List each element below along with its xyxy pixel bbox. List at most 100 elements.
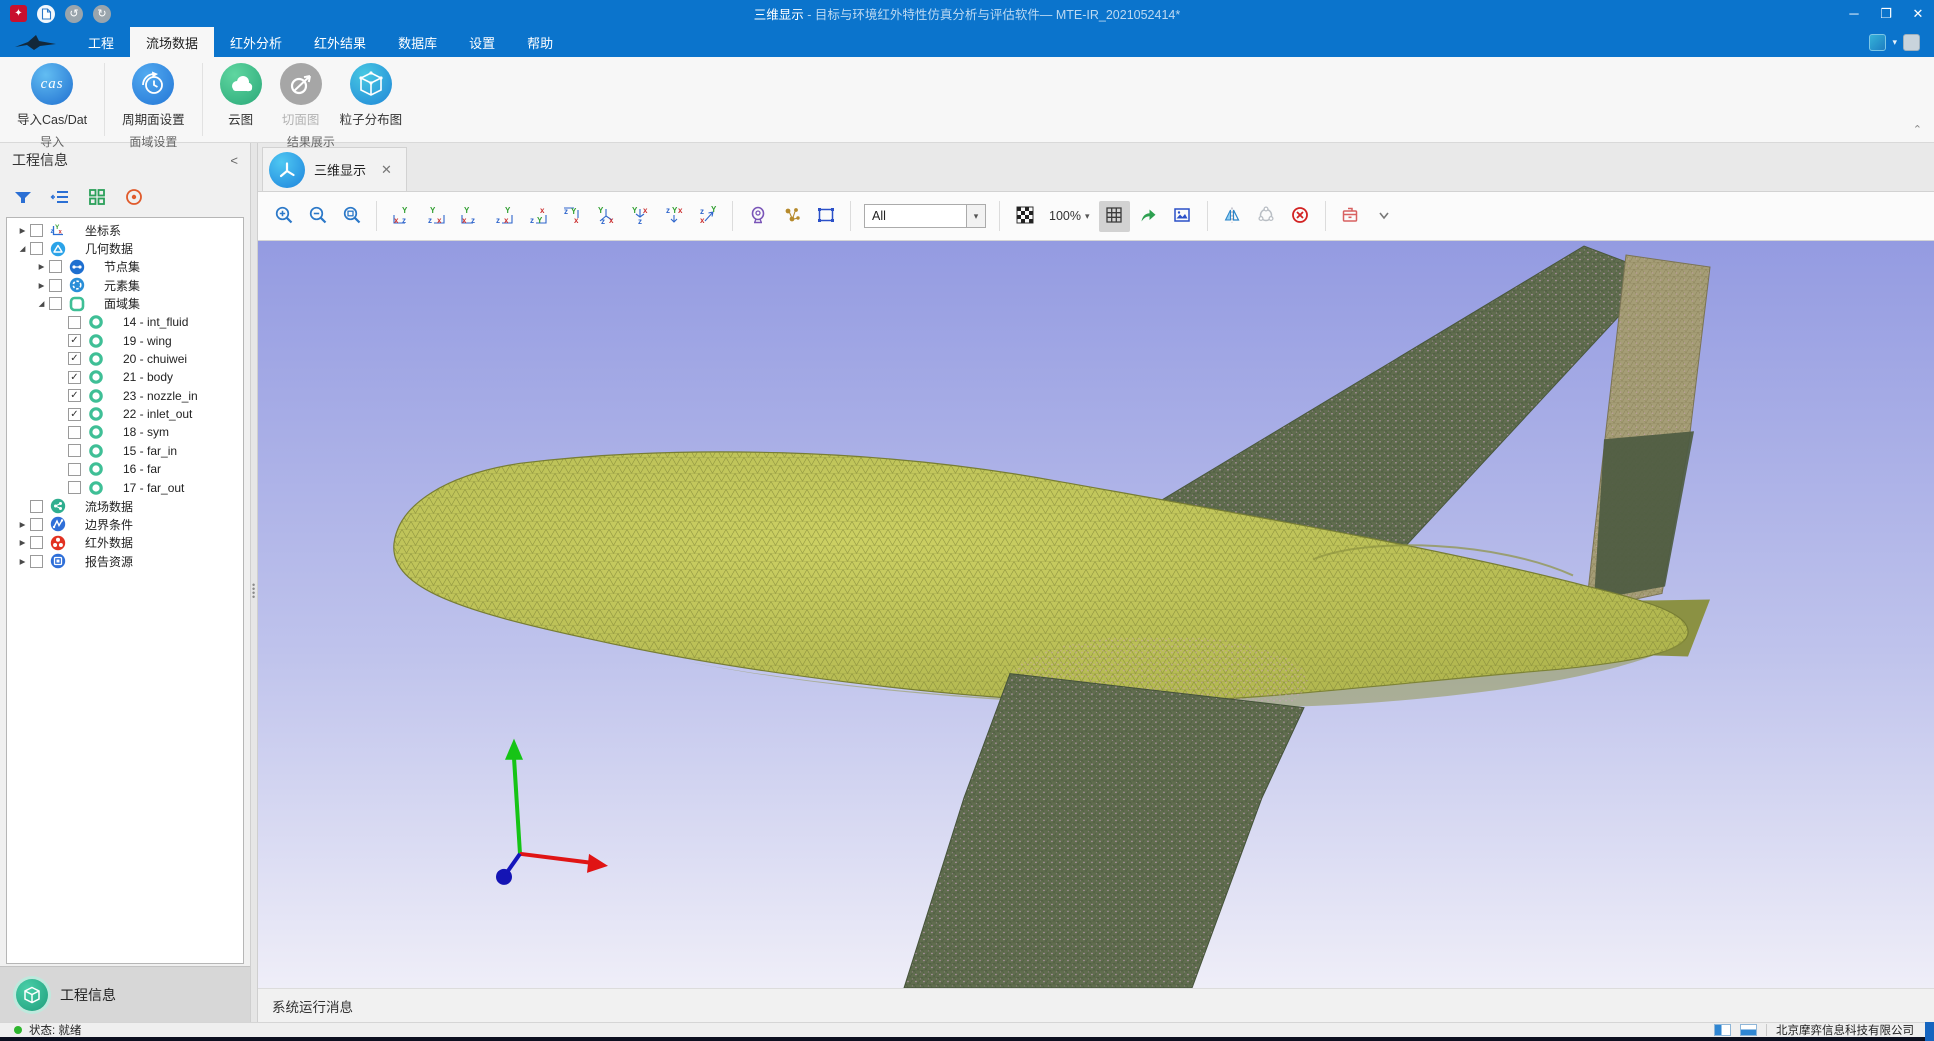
- expander-open-icon[interactable]: ◢: [15, 244, 30, 253]
- style-icon[interactable]: [1903, 34, 1920, 51]
- 3d-viewport[interactable]: [258, 241, 1934, 988]
- import-cas-dat-button[interactable]: cas导入Cas/Dat: [8, 62, 96, 129]
- tree-item[interactable]: 15 - far_in: [7, 442, 243, 460]
- tree-checkbox[interactable]: [49, 260, 62, 273]
- tree-checkbox[interactable]: [68, 463, 81, 476]
- view-back-button[interactable]: Yzx: [488, 201, 519, 232]
- group-ring-button[interactable]: [1251, 201, 1282, 232]
- minimize-button[interactable]: ─: [1838, 0, 1870, 27]
- outline-list-icon[interactable]: [49, 186, 71, 208]
- tree-item[interactable]: 17 - far_out: [7, 478, 243, 496]
- tab-close-icon[interactable]: ✕: [381, 162, 392, 178]
- save-view-button[interactable]: [1335, 201, 1366, 232]
- expander-closed-icon[interactable]: ▶: [15, 557, 30, 566]
- expander-open-icon[interactable]: ◢: [34, 299, 49, 308]
- box-select-button[interactable]: [810, 201, 841, 232]
- tree-item[interactable]: ✓20 - chuiwei: [7, 350, 243, 368]
- close-button[interactable]: ✕: [1902, 0, 1934, 27]
- tree-item[interactable]: 14 - int_fluid: [7, 313, 243, 331]
- periodic-surface-button[interactable]: 周期面设置: [113, 62, 194, 129]
- tree-item[interactable]: ▶边界条件: [7, 515, 243, 533]
- expander-closed-icon[interactable]: ▶: [15, 226, 30, 235]
- particle-trace-button[interactable]: [776, 201, 807, 232]
- display-filter-select[interactable]: All▾: [864, 204, 986, 228]
- combo-dropdown-icon[interactable]: ▾: [966, 205, 985, 227]
- tree-item[interactable]: ▶红外数据: [7, 534, 243, 552]
- maximize-button[interactable]: ❐: [1870, 0, 1902, 27]
- tree-item[interactable]: ◢面域集: [7, 295, 243, 313]
- view-left-button[interactable]: Yxz: [386, 201, 417, 232]
- menu-tab-4[interactable]: 红外结果: [298, 27, 382, 57]
- menu-tab-6[interactable]: 设置: [453, 27, 511, 57]
- collapse-ribbon-icon[interactable]: ⌃: [1913, 123, 1922, 136]
- expander-closed-icon[interactable]: ▶: [34, 281, 49, 290]
- tree-item[interactable]: 流场数据: [7, 497, 243, 515]
- menu-tab-3[interactable]: 红外分析: [214, 27, 298, 57]
- zoom-level-dropdown[interactable]: 100%▾: [1043, 201, 1096, 232]
- menu-tab-5[interactable]: 数据库: [382, 27, 453, 57]
- tree-checkbox[interactable]: ✓: [68, 389, 81, 402]
- tree-item[interactable]: ✓21 - body: [7, 368, 243, 386]
- tree-checkbox[interactable]: [30, 536, 43, 549]
- view-bottom-button[interactable]: zYx: [556, 201, 587, 232]
- community-icon[interactable]: [1869, 34, 1886, 51]
- mirror-button[interactable]: [1217, 201, 1248, 232]
- locate-icon[interactable]: [123, 186, 145, 208]
- tree-item[interactable]: 18 - sym: [7, 423, 243, 441]
- tree-checkbox[interactable]: [30, 555, 43, 568]
- tree-checkbox[interactable]: ✓: [68, 408, 81, 421]
- panel-layout-bottom-icon[interactable]: [1740, 1024, 1757, 1036]
- snapshot-button[interactable]: [1167, 201, 1198, 232]
- project-info-bottom-tab[interactable]: 工程信息: [0, 966, 250, 1022]
- panel-splitter[interactable]: ••••: [250, 143, 258, 1022]
- view-iso-1-button[interactable]: Yzx: [590, 201, 621, 232]
- expander-closed-icon[interactable]: ▶: [34, 262, 49, 271]
- camera-button[interactable]: [742, 201, 773, 232]
- tree-checkbox[interactable]: [30, 518, 43, 531]
- menu-tab-2[interactable]: 流场数据: [130, 27, 214, 57]
- resize-corner[interactable]: [1925, 1022, 1934, 1041]
- export-button[interactable]: [1133, 201, 1164, 232]
- zoom-in-button[interactable]: [268, 201, 299, 232]
- undo-icon[interactable]: ↺: [65, 5, 83, 23]
- redo-icon[interactable]: ↻: [93, 5, 111, 23]
- tree-checkbox[interactable]: [68, 316, 81, 329]
- filter-funnel-icon[interactable]: [12, 186, 34, 208]
- clear-button[interactable]: [1285, 201, 1316, 232]
- panel-layout-left-icon[interactable]: [1714, 1024, 1731, 1036]
- tree-checkbox[interactable]: [49, 297, 62, 310]
- view-top-button[interactable]: xzY: [522, 201, 553, 232]
- view-iso-2-button[interactable]: Yxz: [624, 201, 655, 232]
- grid-view-icon[interactable]: [86, 186, 108, 208]
- tree-item[interactable]: ◢几何数据: [7, 239, 243, 257]
- tree-item[interactable]: ✓19 - wing: [7, 331, 243, 349]
- expander-closed-icon[interactable]: ▶: [15, 538, 30, 547]
- tree-checkbox[interactable]: ✓: [68, 334, 81, 347]
- tree-checkbox[interactable]: [49, 279, 62, 292]
- tree-checkbox[interactable]: ✓: [68, 371, 81, 384]
- tree-item[interactable]: ✓22 - inlet_out: [7, 405, 243, 423]
- toolbar-more-caret[interactable]: [1369, 201, 1400, 232]
- zoom-out-button[interactable]: [302, 201, 333, 232]
- particle-distribution-button[interactable]: 粒子分布图: [331, 62, 412, 129]
- grid-button[interactable]: [1099, 201, 1130, 232]
- tree-checkbox[interactable]: [68, 444, 81, 457]
- new-file-icon[interactable]: [37, 5, 55, 23]
- menu-tab-7[interactable]: 帮助: [511, 27, 569, 57]
- tree-checkbox[interactable]: [30, 242, 43, 255]
- view-iso-3-button[interactable]: zYx: [658, 201, 689, 232]
- tree-item[interactable]: ✓23 - nozzle_in: [7, 387, 243, 405]
- contour-map-button[interactable]: 云图: [211, 62, 271, 129]
- tree-checkbox[interactable]: [68, 426, 81, 439]
- tree-checkbox[interactable]: [68, 481, 81, 494]
- transparency-button[interactable]: [1009, 201, 1040, 232]
- tree-item[interactable]: ▶元素集: [7, 276, 243, 294]
- tree-checkbox[interactable]: [30, 500, 43, 513]
- menu-tab-1[interactable]: 工程: [72, 27, 130, 57]
- view-right-button[interactable]: Yzx: [420, 201, 451, 232]
- expander-closed-icon[interactable]: ▶: [15, 520, 30, 529]
- zoom-fit-button[interactable]: [336, 201, 367, 232]
- tree-item[interactable]: 16 - far: [7, 460, 243, 478]
- tree-item[interactable]: ▶节点集: [7, 258, 243, 276]
- tree-checkbox[interactable]: ✓: [68, 352, 81, 365]
